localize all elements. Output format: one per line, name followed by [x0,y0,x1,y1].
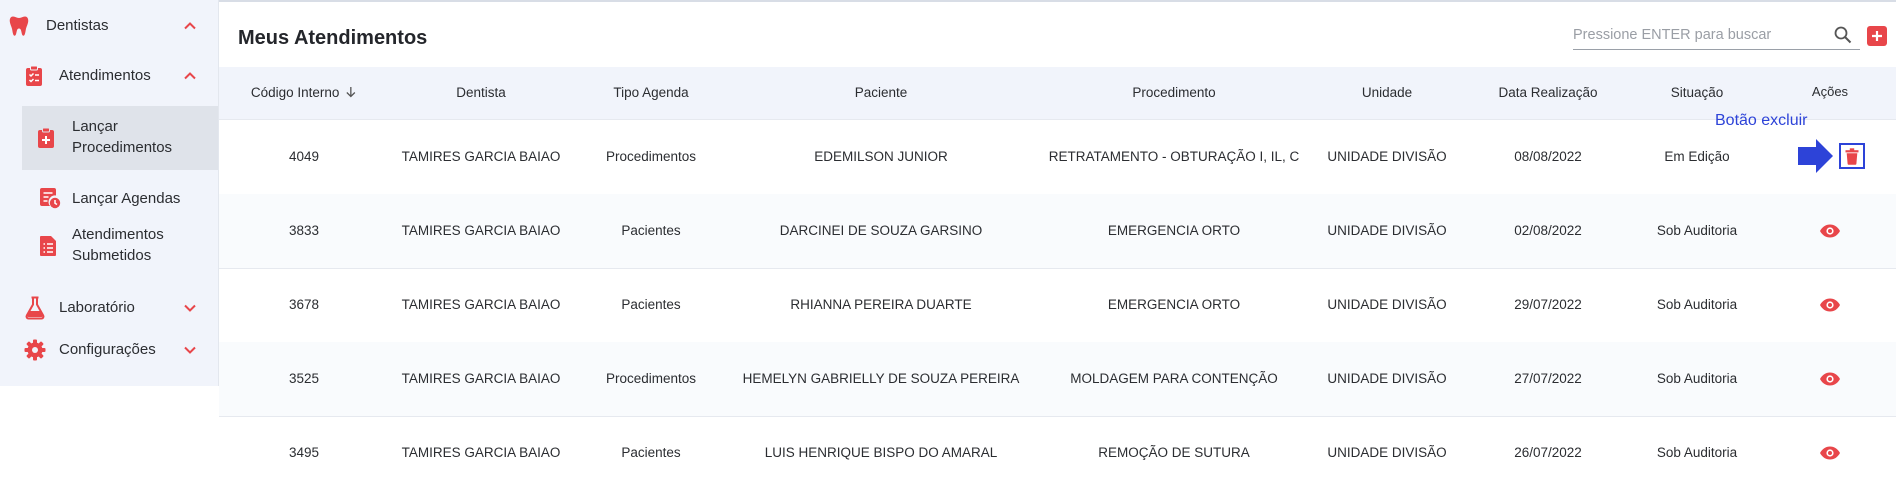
cell-unidade: UNIDADE DIVISÃO [1327,371,1447,386]
cell-situacao: Em Edição [1664,149,1730,164]
search-input[interactable] [1573,22,1813,48]
cell-data: 26/07/2022 [1514,445,1582,460]
cell-data: 27/07/2022 [1514,371,1582,386]
sidebar-item-configuracoes[interactable]: Configurações [0,330,218,370]
cell-tipo-agenda: Procedimentos [605,149,697,164]
cell-codigo: 3495 [288,445,320,460]
cell-procedimento: MOLDAGEM PARA CONTENÇÃO [1070,371,1278,386]
table-row[interactable]: 3833 TAMIRES GARCIA BAIAO Pacientes DARC… [219,194,1896,269]
cell-paciente: LUIS HENRIQUE BISPO DO AMARAL [764,445,998,460]
cell-situacao: Sob Auditoria [1656,371,1738,386]
sidebar: Dentistas Atendimentos Lançar Procedimen… [0,0,219,386]
sidebar-item-label: Atendimentos [59,67,151,84]
cell-data: 02/08/2022 [1514,223,1582,238]
cell-procedimento: RETRATAMENTO - OBTURAÇÃO I, IL, C [1048,149,1300,164]
cell-dentista: TAMIRES GARCIA BAIAO [401,371,561,386]
calendar-clock-icon [39,186,61,215]
eye-icon[interactable] [1819,446,1841,460]
sidebar-item-atendimentos[interactable]: Atendimentos [0,56,218,96]
cell-codigo: 3678 [288,297,320,312]
clipboard-plus-icon [37,127,55,154]
sort-arrow-down-icon [346,87,356,98]
cell-tipo-agenda: Pacientes [621,445,681,460]
cell-situacao: Sob Auditoria [1656,445,1738,460]
annotation-label: Botão excluir [1715,112,1808,129]
cell-paciente: RHIANNA PEREIRA DUARTE [790,297,972,312]
cell-unidade: UNIDADE DIVISÃO [1327,445,1447,460]
column-header-acoes: Ações [1811,84,1849,99]
sidebar-item-label: Configurações [59,341,156,358]
cell-paciente: HEMELYN GABRIELLY DE SOUZA PEREIRA [742,371,1020,386]
document-list-icon [39,235,57,262]
sidebar-item-label: Laboratório [59,299,135,316]
cell-situacao: Sob Auditoria [1656,297,1738,312]
tooth-icon [9,15,29,42]
cell-unidade: UNIDADE DIVISÃO [1327,149,1447,164]
cell-tipo-agenda: Pacientes [621,223,681,238]
clipboard-check-icon [25,65,43,92]
sidebar-item-lancar-procedimentos[interactable]: Lançar Procedimentos [22,106,218,170]
cell-procedimento: REMOÇÃO DE SUTURA [1098,445,1250,460]
column-header-dentista: Dentista [456,85,506,100]
sidebar-item-label: Atendimentos Submetidos [72,226,164,264]
sidebar-item-dentistas[interactable]: Dentistas [0,6,218,46]
sidebar-item-laboratorio[interactable]: Laboratório [0,288,218,328]
arrow-right-icon [1798,139,1833,173]
cell-unidade: UNIDADE DIVISÃO [1327,297,1447,312]
search-bar [1573,22,1860,50]
plus-icon [1872,31,1882,41]
sidebar-item-label: Lançar Procedimentos [72,118,173,156]
cell-paciente: DARCINEI DE SOUZA GARSINO [779,223,983,238]
eye-icon[interactable] [1819,298,1841,312]
table-row[interactable]: 3495 TAMIRES GARCIA BAIAO Pacientes LUIS… [219,416,1896,490]
flask-icon [25,296,45,325]
add-button[interactable] [1867,26,1887,46]
table-row[interactable]: 3525 TAMIRES GARCIA BAIAO Procedimentos … [219,342,1896,417]
search-icon[interactable] [1834,26,1852,44]
table-row[interactable]: 4049 TAMIRES GARCIA BAIAO Procedimentos … [219,120,1896,195]
sidebar-item-lancar-agendas[interactable]: Lançar Agendas [0,178,218,218]
sidebar-item-label: Lançar Agendas [72,190,181,207]
chevron-up-icon [184,22,196,30]
gear-icon [24,339,46,366]
sidebar-item-atendimentos-submetidos[interactable]: Atendimentos Submetidos [0,222,218,270]
cell-data: 29/07/2022 [1514,297,1582,312]
chevron-down-icon [184,346,196,354]
main-content: Meus Atendimentos Código Interno Dentist… [219,0,1896,486]
cell-tipo-agenda: Procedimentos [605,371,697,386]
sidebar-item-label: Dentistas [46,17,109,34]
table-row[interactable]: 3678 TAMIRES GARCIA BAIAO Pacientes RHIA… [219,268,1896,343]
column-header-procedimento: Procedimento [1132,85,1216,100]
cell-codigo: 4049 [288,149,320,164]
eye-icon[interactable] [1819,372,1841,386]
column-header-data: Data Realização [1498,85,1598,100]
cell-dentista: TAMIRES GARCIA BAIAO [401,297,561,312]
cell-situacao: Sob Auditoria [1656,223,1738,238]
cell-paciente: EDEMILSON JUNIOR [814,149,948,164]
cell-dentista: TAMIRES GARCIA BAIAO [401,223,561,238]
column-header-paciente: Paciente [854,85,908,100]
cell-procedimento: EMERGENCIA ORTO [1107,297,1241,312]
cell-dentista: TAMIRES GARCIA BAIAO [401,149,561,164]
chevron-up-icon [184,72,196,80]
table-header: Código Interno Dentista Tipo Agenda Paci… [219,67,1896,120]
cell-codigo: 3833 [288,223,320,238]
cell-data: 08/08/2022 [1514,149,1582,164]
cell-tipo-agenda: Pacientes [621,297,681,312]
delete-button[interactable] [1839,143,1865,169]
page-title: Meus Atendimentos [238,27,428,49]
cell-dentista: TAMIRES GARCIA BAIAO [401,445,561,460]
column-header-unidade: Unidade [1361,85,1413,100]
trash-icon [1845,147,1859,165]
eye-icon[interactable] [1819,224,1841,238]
column-header-codigo[interactable]: Código Interno [251,67,357,119]
cell-codigo: 3525 [288,371,320,386]
cell-procedimento: EMERGENCIA ORTO [1107,223,1241,238]
chevron-down-icon [184,304,196,312]
cell-unidade: UNIDADE DIVISÃO [1327,223,1447,238]
column-header-tipo-agenda: Tipo Agenda [613,85,689,100]
